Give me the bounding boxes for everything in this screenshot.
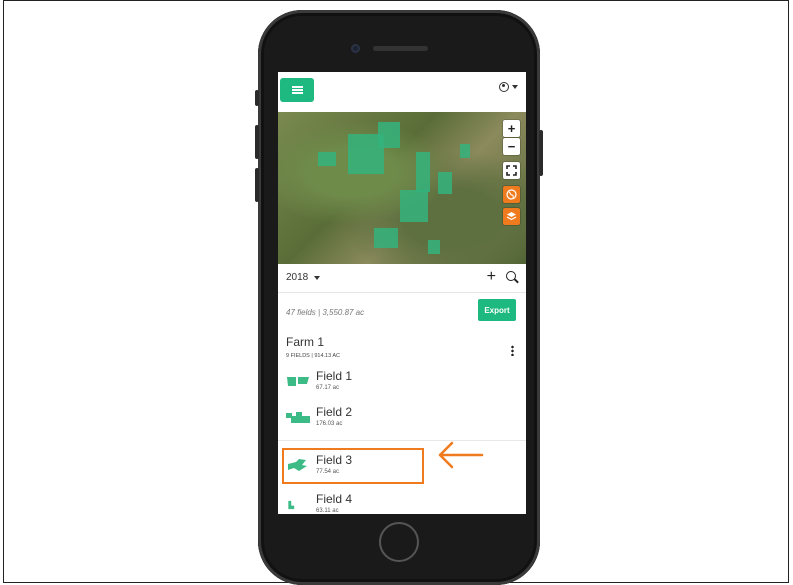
field-acres: 63.11 ac	[316, 508, 339, 514]
field-name: Field 4	[316, 492, 353, 506]
menu-button[interactable]	[280, 78, 314, 102]
globe-icon	[506, 189, 517, 200]
hamburger-menu-icon	[291, 86, 303, 94]
user-menu-button[interactable]	[499, 82, 518, 92]
field-item[interactable]: Field 2 176.03 ac	[286, 403, 516, 433]
field-plot	[416, 152, 430, 192]
field-plot	[438, 172, 452, 194]
field-acres: 176.03 ac	[316, 421, 343, 427]
home-button[interactable]	[379, 522, 419, 562]
power-button	[539, 130, 543, 176]
field-name: Field 2	[316, 405, 353, 419]
fields-summary: 47 fields | 3,550.87 ac	[286, 308, 365, 317]
field-plot	[378, 122, 400, 148]
app-screen: + − 2018 + 47 fields | 3,550.87 ac Expor…	[278, 72, 526, 514]
field-item[interactable]: Field 4 63.11 ac	[286, 490, 516, 514]
field-shape-icon	[287, 377, 309, 386]
fullscreen-icon	[506, 165, 517, 176]
field-shape-icon	[288, 500, 295, 510]
field-shape-icon	[286, 412, 310, 423]
user-circle-icon	[499, 82, 509, 92]
year-toolbar: 2018 +	[278, 264, 526, 293]
top-bar	[278, 72, 526, 112]
volume-up-button	[255, 125, 259, 159]
field-3-highlight-box	[282, 448, 424, 484]
farm-meta: 9 FIELDS | 914.13 AC	[286, 353, 341, 359]
field-plot	[374, 228, 398, 248]
export-button[interactable]: Export	[478, 299, 516, 321]
field-plot	[460, 144, 470, 158]
field-acres: 67.17 ac	[316, 385, 340, 391]
field-plot	[318, 152, 336, 166]
field-name: Field 1	[316, 369, 353, 383]
add-field-button[interactable]: +	[487, 268, 496, 286]
arrow-left-icon	[438, 441, 484, 469]
farm-name[interactable]: Farm 1	[286, 335, 324, 349]
year-select[interactable]: 2018	[286, 272, 321, 283]
field-plot	[428, 240, 440, 254]
zoom-in-label: +	[507, 121, 516, 136]
chevron-down-icon	[512, 85, 518, 89]
zoom-out-button[interactable]: −	[503, 138, 520, 155]
fullscreen-button[interactable]	[503, 162, 520, 179]
phone-device: + − 2018 + 47 fields | 3,550.87 ac Expor…	[255, 10, 543, 585]
zoom-in-button[interactable]: +	[503, 120, 520, 137]
more-options-icon[interactable]	[511, 345, 514, 356]
mute-switch	[255, 90, 259, 106]
layers-button[interactable]	[503, 208, 520, 225]
list-divider	[278, 440, 526, 441]
volume-down-button	[255, 168, 259, 202]
layers-icon	[506, 212, 517, 221]
globe-button[interactable]	[503, 186, 520, 203]
chevron-down-icon	[314, 275, 321, 280]
search-icon[interactable]	[506, 271, 516, 281]
year-label: 2018	[286, 272, 309, 283]
field-item[interactable]: Field 1 67.17 ac	[286, 367, 516, 397]
field-plot	[400, 190, 428, 222]
earpiece-speaker	[373, 46, 428, 51]
satellite-map[interactable]: + −	[278, 112, 526, 264]
zoom-out-label: −	[507, 139, 516, 154]
front-camera	[351, 44, 360, 53]
